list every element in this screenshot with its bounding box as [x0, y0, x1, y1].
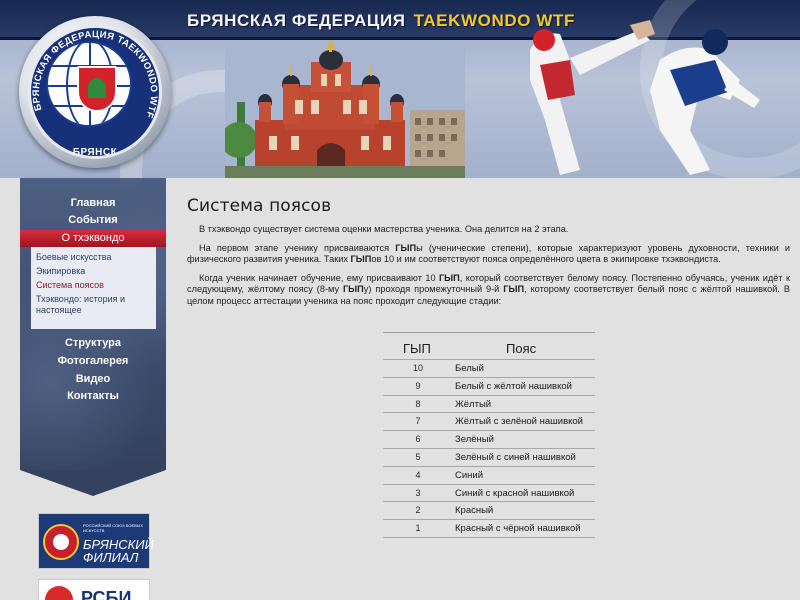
- table-row: 7 Жёлтый с зелёной нашивкой: [383, 413, 595, 432]
- belt-cell: Красный с чёрной нашивкой: [455, 523, 581, 535]
- nav-item-contacts[interactable]: Контакты: [20, 389, 166, 403]
- table-row: 8 Жёлтый: [383, 396, 595, 414]
- belt-cell: Жёлтый: [455, 398, 492, 410]
- nav-item-gallery[interactable]: Фотогалерея: [20, 354, 166, 368]
- gyp-cell: 6: [415, 434, 421, 445]
- rsbi-banner-text: РСБИ: [81, 588, 132, 600]
- paragraph-first-stage: На первом этапе ученику присваиваются ГЫ…: [187, 242, 791, 265]
- logo-shield-icon: [77, 66, 117, 112]
- paragraph-intro: В тхэквондо существует система оценки ма…: [199, 224, 569, 234]
- gyp-cell: 5: [415, 451, 421, 462]
- subnav-item-equipment[interactable]: Экипировка: [36, 266, 85, 277]
- nav-item-structure[interactable]: Структура: [20, 336, 166, 350]
- sidebar-tip: [20, 470, 166, 496]
- belt-cell: Зелёный: [455, 434, 494, 446]
- belt-cell: Белый с жёлтой нашивкой: [455, 380, 572, 392]
- paragraph-process: Когда ученик начинает обучение, ему прис…: [187, 272, 790, 306]
- table-row: 4 Синий: [383, 467, 595, 485]
- nav-item-video[interactable]: Видео: [20, 372, 166, 386]
- belt-cell: Синий с красной нашивкой: [455, 487, 575, 499]
- gyp-cell: 1: [415, 523, 421, 534]
- table-row: 6 Зелёный: [383, 431, 595, 449]
- subnav-item-martial-arts[interactable]: Боевые искусства: [36, 252, 111, 263]
- branch-banner-caption: РОССИЙСКИЙ СОЮЗ БОЕВЫХ ИСКУССТВ: [83, 523, 144, 533]
- sidebar: Главная События О тхэквондо Боевые искус…: [20, 178, 166, 500]
- site-title-main: БРЯНСКАЯ ФЕДЕРАЦИЯ: [187, 11, 406, 30]
- nav-item-about-taekwondo[interactable]: О тхэквондо: [20, 230, 166, 247]
- page-title: Система поясов: [187, 196, 332, 216]
- belt-cell: Синий: [455, 469, 484, 481]
- table-header-row: ГЫП Пояс: [383, 333, 595, 360]
- federation-logo[interactable]: БРЯНСКАЯ ФЕДЕРАЦИЯ ТАЕКWONDO WTF БРЯНСК: [19, 16, 171, 168]
- table-row: 10 Белый: [383, 360, 595, 378]
- branch-banner-title: БРЯНСКИЙ ФИЛИАЛ: [83, 537, 154, 565]
- table-row: 9 Белый с жёлтой нашивкой: [383, 378, 595, 396]
- rsbi-emblem-icon: [45, 586, 73, 600]
- gyp-cell: 9: [415, 380, 421, 391]
- gyp-cell: 2: [415, 505, 421, 516]
- table-row: 1 Красный с чёрной нашивкой: [383, 520, 595, 538]
- logo-city: БРЯНСК: [72, 147, 118, 158]
- church-image: [225, 40, 465, 178]
- nav-item-home[interactable]: Главная: [20, 196, 166, 210]
- gyp-cell: 10: [412, 363, 423, 373]
- subnav-item-belt-system[interactable]: Система поясов: [36, 280, 104, 291]
- branch-banner[interactable]: РОССИЙСКИЙ СОЮЗ БОЕВЫХ ИСКУССТВ БРЯНСКИЙ…: [38, 513, 154, 569]
- column-header-belt: Пояс: [506, 341, 537, 356]
- belt-table: ГЫП Пояс 10 Белый 9 Белый с жёлтой нашивко…: [383, 332, 595, 538]
- fighters-image: [530, 20, 760, 175]
- table-row: 5 Зелёный с синей нашивкой: [383, 449, 595, 467]
- main-content: Система поясов В тхэквондо существует си…: [187, 196, 790, 307]
- gyp-cell: 3: [415, 487, 421, 498]
- nav-item-events[interactable]: События: [20, 213, 166, 227]
- subnav-item-history[interactable]: Тхэквондо: история и настоящее: [36, 294, 154, 316]
- column-header-gyp: ГЫП: [403, 341, 431, 356]
- belt-cell: Зелёный с синей нашивкой: [455, 451, 576, 463]
- table-row: 3 Синий с красной нашивкой: [383, 485, 595, 503]
- gyp-cell: 8: [415, 398, 421, 409]
- table-row: 2 Красный: [383, 502, 595, 521]
- russia-emblem-icon: [43, 524, 79, 560]
- gyp-cell: 4: [415, 469, 421, 480]
- belt-cell: Красный: [455, 505, 494, 517]
- belt-cell: Белый: [455, 363, 484, 374]
- belt-cell: Жёлтый с зелёной нашивкой: [455, 416, 583, 428]
- subnav: Боевые искусства Экипировка Система пояс…: [31, 247, 156, 329]
- site-header: БРЯНСКАЯ ФЕДЕРАЦИЯ TAEKWONDO WTF БРЯНСКА…: [0, 0, 800, 178]
- gyp-cell: 7: [415, 416, 421, 427]
- rsbi-banner[interactable]: РСБИ: [38, 579, 150, 600]
